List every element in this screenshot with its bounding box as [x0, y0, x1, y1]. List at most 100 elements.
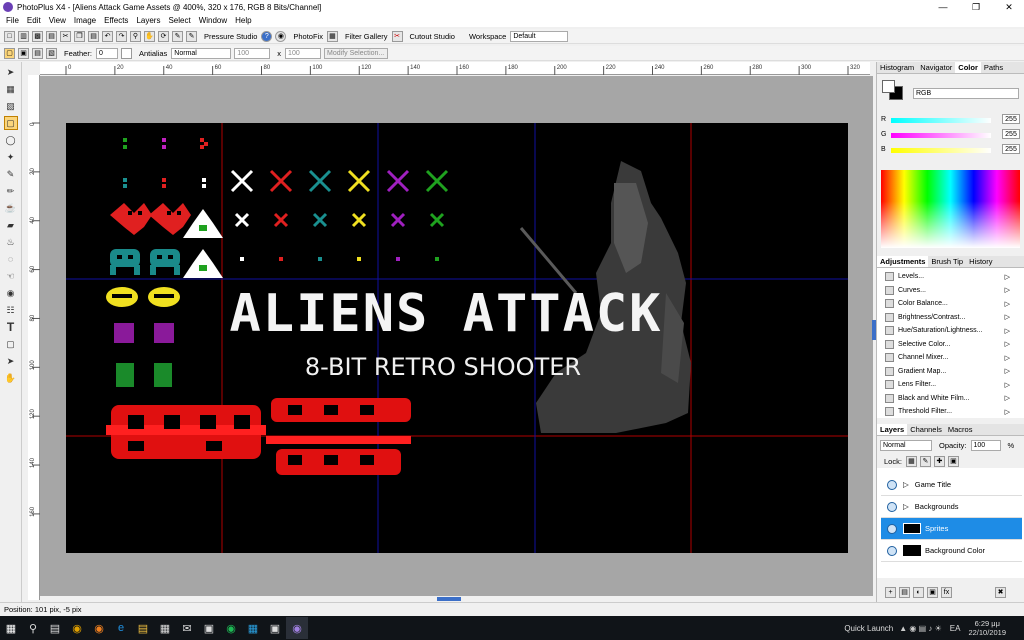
horizontal-scroll-grip[interactable] — [437, 597, 461, 601]
app-icon-1[interactable]: ▦ — [242, 617, 264, 639]
tab-navigator[interactable]: Navigator — [917, 62, 955, 73]
tab-layers[interactable]: Layers — [877, 424, 908, 435]
color-pickup-tool-icon[interactable]: ✎ — [4, 167, 18, 181]
tab-brush-tip[interactable]: Brush Tip — [928, 256, 966, 267]
file-explorer-icon[interactable]: ▤ — [132, 617, 154, 639]
magic-wand-tool-icon[interactable]: ✦ — [4, 150, 18, 164]
shape-tool-icon[interactable]: ▢ — [4, 337, 18, 351]
channel-g-slider[interactable] — [891, 133, 991, 138]
adjustment-threshold[interactable]: Threshold Filter... ▷ — [877, 405, 1024, 419]
channel-b-slider[interactable] — [891, 148, 991, 153]
channel-r-value[interactable]: 255 — [1002, 114, 1020, 124]
foreground-color-swatch[interactable] — [882, 80, 895, 93]
add-selection-icon[interactable]: ▣ — [18, 47, 29, 59]
channel-r-slider[interactable] — [891, 118, 991, 123]
visibility-eye-icon[interactable] — [887, 501, 897, 512]
view-tool-icon[interactable]: ✋ — [4, 371, 18, 385]
new-group-icon[interactable]: ▤ — [899, 586, 910, 598]
image-canvas[interactable]: ALIENS ATTACK 8-BIT RETRO SHOOTER — [66, 123, 848, 553]
text-tool-icon[interactable]: T — [4, 320, 18, 334]
brush-icon[interactable]: ✎ — [172, 30, 183, 42]
adjustment-brightness-contrast[interactable]: Brightness/Contrast... ▷ — [877, 311, 1024, 325]
minimize-button[interactable]: — — [928, 0, 958, 14]
copy-icon[interactable]: ❐ — [74, 30, 85, 42]
channel-g-value[interactable]: 255 — [1002, 129, 1020, 139]
width-input[interactable]: 100 — [234, 47, 271, 59]
layer-sprites[interactable]: Sprites — [881, 518, 1022, 540]
menu-help[interactable]: Help — [235, 16, 251, 25]
store-icon[interactable]: ▦ — [154, 617, 176, 639]
expand-icon[interactable]: ▷ — [903, 480, 909, 489]
mask-icon[interactable]: ▣ — [927, 586, 938, 598]
height-input[interactable]: 100 — [285, 47, 322, 59]
mail-icon[interactable]: ✉ — [176, 617, 198, 639]
move-tool-icon[interactable]: ➤ — [4, 65, 18, 79]
pen-tool-icon[interactable]: ➤ — [4, 354, 18, 368]
adjustment-layer-icon[interactable]: ◐ — [913, 586, 924, 598]
fill-tool-icon[interactable]: ♨ — [4, 235, 18, 249]
cut-icon[interactable]: ✂ — [60, 30, 71, 42]
task-view-icon[interactable]: ▤ — [44, 617, 66, 639]
language-indicator[interactable]: EA — [950, 624, 961, 633]
crop-tool-icon[interactable]: ▦ — [4, 82, 18, 96]
paintbrush-tool-icon[interactable]: ✏ — [4, 184, 18, 198]
spotify-icon[interactable]: ◉ — [220, 617, 242, 639]
open-file-icon[interactable]: ▥ — [18, 30, 29, 42]
tab-adjustments[interactable]: Adjustments — [877, 256, 929, 267]
new-selection-icon[interactable]: ▢ — [4, 47, 15, 59]
warp-tool-icon[interactable]: ☷ — [4, 303, 18, 317]
adjustment-curves[interactable]: Curves... ▷ — [877, 284, 1024, 298]
antialias-checkbox[interactable] — [120, 47, 132, 59]
tab-channels[interactable]: Channels — [907, 424, 945, 435]
menu-edit[interactable]: Edit — [27, 16, 41, 25]
menu-image[interactable]: Image — [74, 16, 96, 25]
delete-layer-icon[interactable]: ✖ — [995, 586, 1006, 598]
tab-history[interactable]: History — [966, 256, 995, 267]
channel-b-value[interactable]: 255 — [1002, 144, 1020, 154]
visibility-eye-icon[interactable] — [887, 523, 897, 534]
layer-game-title[interactable]: ▷ Game Title — [881, 474, 1022, 496]
windows-start-icon[interactable]: ▦ — [0, 617, 22, 639]
adjustment-levels[interactable]: Levels... ▷ — [877, 270, 1024, 284]
menu-layers[interactable]: Layers — [136, 16, 160, 25]
filter-gallery-button[interactable]: Filter Gallery — [345, 32, 388, 41]
straighten-tool-icon[interactable]: ▧ — [4, 99, 18, 113]
clone-tool-icon[interactable]: ☕ — [4, 201, 18, 215]
photos-icon[interactable]: ▣ — [198, 617, 220, 639]
workspace-dropdown[interactable]: Default — [510, 30, 569, 42]
feather-input[interactable]: 0 — [95, 47, 118, 59]
new-file-icon[interactable]: □ — [4, 30, 15, 42]
adjustment-gradient-map[interactable]: Gradient Map... ▷ — [877, 365, 1024, 379]
layer-backgrounds[interactable]: ▷ Backgrounds — [881, 496, 1022, 518]
menu-file[interactable]: File — [6, 16, 19, 25]
close-button[interactable]: ✕ — [994, 0, 1024, 14]
app-icon-2[interactable]: ▣ — [264, 617, 286, 639]
menu-select[interactable]: Select — [168, 16, 190, 25]
tab-macros[interactable]: Macros — [945, 424, 976, 435]
photoplus-taskbar-icon[interactable]: ◉ — [286, 617, 308, 639]
subtract-selection-icon[interactable]: ▤ — [32, 47, 43, 59]
color-mode-dropdown[interactable]: RGB — [913, 88, 1019, 99]
tab-color[interactable]: Color — [955, 62, 981, 73]
dodge-tool-icon[interactable]: ◌ — [4, 252, 18, 266]
print-icon[interactable]: ▤ — [46, 30, 57, 42]
intersect-selection-icon[interactable]: ▧ — [46, 47, 57, 59]
save-icon[interactable]: ▩ — [32, 30, 43, 42]
cutout-studio-button[interactable]: Cutout Studio — [410, 32, 455, 41]
rectangle-selection-tool-icon[interactable]: ▢ — [3, 116, 18, 130]
restore-button[interactable]: ❐ — [961, 0, 991, 14]
tray-icons[interactable]: ▲ ◉ ▤ ♪ ☀ — [899, 624, 942, 633]
visibility-eye-icon[interactable] — [887, 479, 897, 490]
adjustment-black-white-film[interactable]: Black and White Film... ▷ — [877, 392, 1024, 406]
lock-transparency-icon[interactable]: ▦ — [905, 455, 917, 467]
menu-effects[interactable]: Effects — [104, 16, 128, 25]
lock-position-icon[interactable]: ✚ — [933, 455, 945, 467]
paste-icon[interactable]: ▤ — [88, 30, 99, 42]
photofix-button[interactable]: PhotoFix — [293, 32, 323, 41]
adjustment-color-balance[interactable]: Color Balance... ▷ — [877, 297, 1024, 311]
tab-paths[interactable]: Paths — [981, 62, 1006, 73]
zoom-icon[interactable]: ⚲ — [130, 30, 141, 42]
firefox-icon[interactable]: ◉ — [88, 617, 110, 639]
hand-icon[interactable]: ✋ — [144, 30, 155, 42]
clock[interactable]: 6:29 μμ 22/10/2019 — [968, 619, 1006, 637]
